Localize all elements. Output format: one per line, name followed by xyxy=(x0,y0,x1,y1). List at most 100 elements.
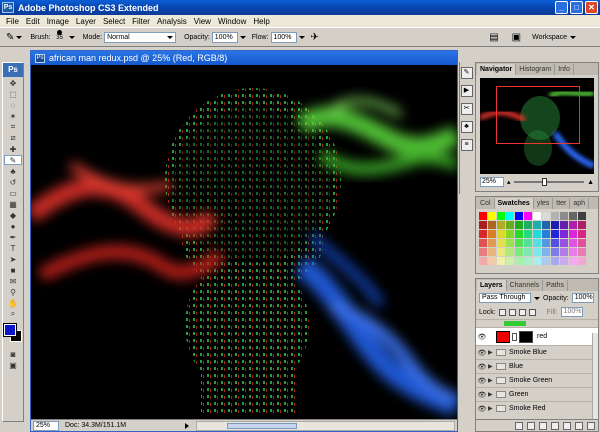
swatch-cell[interactable] xyxy=(506,257,514,265)
eye-icon[interactable]: 👁 xyxy=(476,405,488,413)
swatch-cell[interactable] xyxy=(569,248,577,256)
new-group-icon[interactable] xyxy=(563,421,571,430)
swatch-cell[interactable] xyxy=(542,257,550,265)
clone-stamp-tool-icon[interactable]: ♣ xyxy=(4,166,22,176)
brush-tool-icon[interactable]: ✎ xyxy=(4,155,22,165)
swatch-cell[interactable] xyxy=(560,257,568,265)
swatch-cell[interactable] xyxy=(551,248,559,256)
tool-preset-dropdown[interactable] xyxy=(16,35,23,39)
swatch-cell[interactable] xyxy=(479,221,487,229)
tab-histogram[interactable]: Histogram xyxy=(516,64,556,75)
brush-preset-picker[interactable]: 35 xyxy=(53,29,67,45)
quick-mask-icon[interactable]: ◙ xyxy=(4,349,22,359)
healing-brush-tool-icon[interactable]: ✚ xyxy=(4,144,22,154)
tab-info[interactable]: Info xyxy=(555,64,574,75)
swatch-cell[interactable] xyxy=(506,239,514,247)
layer-opacity-field[interactable]: 100% xyxy=(571,293,594,303)
swatch-cell[interactable] xyxy=(488,257,496,265)
minimize-button[interactable]: _ xyxy=(555,1,568,14)
path-selection-tool-icon[interactable]: ➤ xyxy=(4,254,22,264)
scrollbar-thumb[interactable] xyxy=(227,422,297,429)
swatch-cell[interactable] xyxy=(515,257,523,265)
tab-color[interactable]: Col xyxy=(477,198,495,209)
add-mask-icon[interactable] xyxy=(539,421,547,430)
document-info[interactable]: Doc: 34.3M/151.1M xyxy=(65,422,185,429)
menu-layer[interactable]: Layer xyxy=(76,17,96,26)
status-menu-arrow[interactable] xyxy=(185,422,192,429)
swatch-cell[interactable] xyxy=(533,230,541,238)
tab-character[interactable]: tter xyxy=(553,198,571,209)
new-layer-icon[interactable] xyxy=(575,421,583,430)
tab-navigator[interactable]: Navigator xyxy=(477,64,517,75)
menu-help[interactable]: Help xyxy=(253,17,269,26)
zoom-slider-knob[interactable] xyxy=(541,178,547,186)
swatch-cell[interactable] xyxy=(542,248,550,256)
blend-mode-select[interactable]: Pass Through xyxy=(479,293,531,303)
pen-tool-icon[interactable]: ✒ xyxy=(4,232,22,242)
swatch-cell[interactable] xyxy=(524,221,532,229)
swatch-cell[interactable] xyxy=(542,212,550,220)
swatch-cell[interactable] xyxy=(524,230,532,238)
swatch-cell[interactable] xyxy=(533,248,541,256)
swatch-cell[interactable] xyxy=(542,239,550,247)
opacity-dropdown[interactable] xyxy=(239,35,246,39)
zoom-out-icon[interactable]: ▴ xyxy=(507,178,511,186)
swatch-cell[interactable] xyxy=(479,230,487,238)
shape-tool-icon[interactable]: ■ xyxy=(4,265,22,275)
swatch-cell[interactable] xyxy=(479,212,487,220)
swatch-cell[interactable] xyxy=(578,230,586,238)
swatch-cell[interactable] xyxy=(578,212,586,220)
swatch-cell[interactable] xyxy=(497,212,505,220)
swatch-cell[interactable] xyxy=(551,239,559,247)
screen-mode-icon[interactable]: ▣ xyxy=(4,360,22,370)
swatch-cell[interactable] xyxy=(569,257,577,265)
swatch-cell[interactable] xyxy=(542,221,550,229)
expand-arrow-icon[interactable]: ▶ xyxy=(488,391,496,398)
layer-group-blue[interactable]: 👁 ▶ Blue xyxy=(476,359,598,373)
document-title-bar[interactable]: Ps african man redux.psd @ 25% (Red, RGB… xyxy=(31,51,457,65)
palette-well-icon[interactable]: ▤ xyxy=(489,32,498,43)
swatch-cell[interactable] xyxy=(488,239,496,247)
dodge-tool-icon[interactable]: ● xyxy=(4,221,22,231)
brush-dropdown[interactable] xyxy=(68,35,75,39)
navigator-zoom-field[interactable]: 25% xyxy=(480,177,504,187)
marquee-tool-icon[interactable]: ⬚ xyxy=(4,89,22,99)
layer-style-icon[interactable] xyxy=(527,421,535,430)
layer-group-smoke-green[interactable]: 👁 ▶ Smoke Green xyxy=(476,373,598,387)
tab-channels[interactable]: Channels xyxy=(507,280,544,291)
clone-source-icon[interactable]: ♣ xyxy=(460,121,473,133)
swatch-cell[interactable] xyxy=(515,248,523,256)
hand-tool-icon[interactable]: ✋ xyxy=(4,298,22,308)
layers-scrollbar[interactable] xyxy=(592,333,598,419)
swatch-cell[interactable] xyxy=(560,239,568,247)
zoom-field[interactable]: 25% xyxy=(33,420,59,431)
swatch-cell[interactable] xyxy=(578,248,586,256)
menu-view[interactable]: View xyxy=(194,17,211,26)
swatch-cell[interactable] xyxy=(506,221,514,229)
slice-tool-icon[interactable]: ⧄ xyxy=(4,133,22,143)
camera-icon[interactable]: ▣ xyxy=(512,32,521,43)
lock-transparency-icon[interactable] xyxy=(498,308,506,316)
lock-position-icon[interactable] xyxy=(518,308,526,316)
swatch-cell[interactable] xyxy=(578,221,586,229)
lock-all-icon[interactable] xyxy=(528,308,536,316)
link-layers-icon[interactable] xyxy=(515,421,523,430)
eye-icon[interactable]: 👁 xyxy=(476,377,488,385)
color-picker[interactable] xyxy=(3,323,23,343)
swatch-cell[interactable] xyxy=(551,221,559,229)
link-icon[interactable] xyxy=(512,332,517,341)
actions-panel-icon[interactable]: ▶ xyxy=(460,85,473,97)
swatch-cell[interactable] xyxy=(497,257,505,265)
expand-arrow-icon[interactable]: ▶ xyxy=(488,349,496,356)
swatch-cell[interactable] xyxy=(533,239,541,247)
lock-pixels-icon[interactable] xyxy=(508,308,516,316)
move-tool-icon[interactable]: ✥ xyxy=(4,78,22,88)
swatch-cell[interactable] xyxy=(533,212,541,220)
tab-layers[interactable]: Layers xyxy=(477,280,507,291)
mode-select[interactable]: Normal xyxy=(104,31,177,43)
eye-icon[interactable]: 👁 xyxy=(476,333,488,341)
swatch-cell[interactable] xyxy=(569,212,577,220)
swatch-cell[interactable] xyxy=(533,221,541,229)
eraser-tool-icon[interactable]: ▭ xyxy=(4,188,22,198)
swatch-cell[interactable] xyxy=(479,248,487,256)
